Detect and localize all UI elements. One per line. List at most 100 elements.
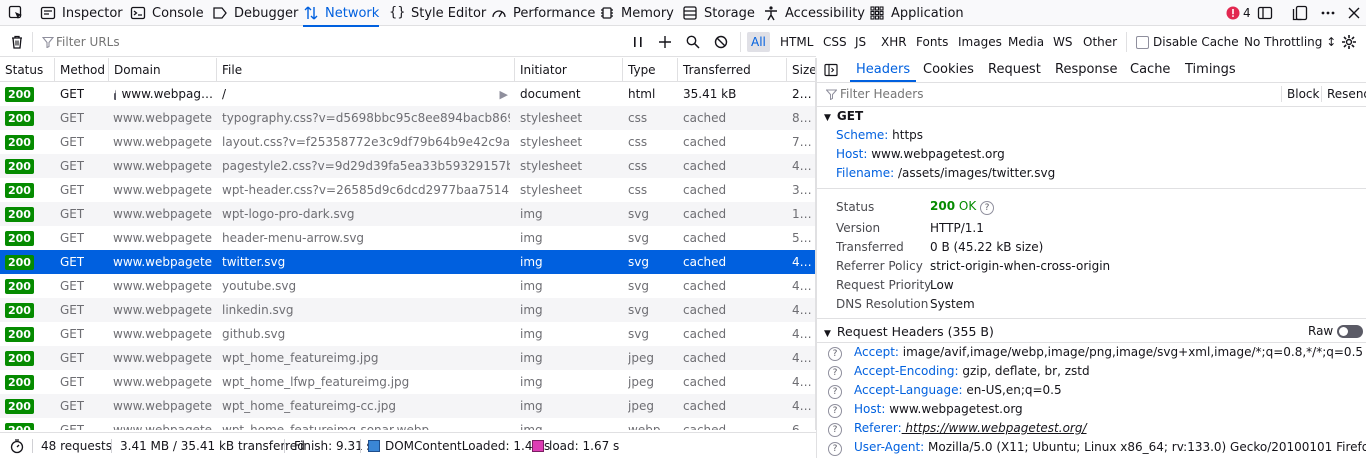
filter-type-media[interactable]: Media <box>1008 27 1044 57</box>
table-row[interactable]: 200 GET www.webpagete… pagestyle2.css?v=9d2… <box>0 154 815 178</box>
block-url-icon[interactable] <box>714 35 728 49</box>
resend-button[interactable]: Resend <box>1327 87 1366 101</box>
tab-cookies[interactable]: Cookies <box>923 58 974 80</box>
help-icon[interactable]: ? <box>828 385 842 399</box>
lock-icon <box>114 89 117 100</box>
filter-type-ws[interactable]: WS <box>1053 27 1072 57</box>
tab-performance[interactable]: Performance <box>491 0 595 26</box>
filter-headers-input[interactable] <box>840 86 1240 102</box>
help-icon[interactable]: ? <box>828 404 842 418</box>
table-row[interactable]: 200 GET www.webpagete… typography.css?v=d56… <box>0 106 815 130</box>
host-value: www.webpagetest.org <box>871 147 1005 161</box>
column-header-file[interactable]: File <box>216 58 514 82</box>
table-row[interactable]: 200 GET www.webpagete… wpt-logo-pro-dark.sv… <box>0 202 815 226</box>
help-icon[interactable]: ? <box>828 442 842 456</box>
cell-size: 4… <box>792 351 812 365</box>
toggle-sidebar-icon[interactable] <box>824 63 838 77</box>
filter-type-other[interactable]: Other <box>1083 27 1117 57</box>
filter-type-all[interactable]: All <box>747 32 770 52</box>
add-request-icon[interactable] <box>658 35 672 49</box>
cell-size: 4… <box>792 327 812 341</box>
tab-request[interactable]: Request <box>988 58 1041 80</box>
filter-type-fonts[interactable]: Fonts <box>916 27 948 57</box>
close-icon[interactable] <box>1346 5 1362 21</box>
settings-gear-icon[interactable] <box>1341 34 1357 50</box>
divider <box>1321 86 1322 102</box>
tab-timings[interactable]: Timings <box>1185 58 1236 80</box>
help-icon[interactable]: ? <box>828 347 842 361</box>
cell-domain: www.webpagete… <box>113 327 213 341</box>
request-header-row: ? Referer: https://www.webpagetest.org/ <box>828 421 1087 437</box>
tab-storage[interactable]: Storage <box>682 0 755 26</box>
table-row[interactable]: 200 GET www.webpagete… wpt_home_lfwp_featur… <box>0 370 815 394</box>
request-headers-toggle[interactable]: ▼ Request Headers (355 B) <box>824 324 994 339</box>
header-value[interactable]: https://www.webpagetest.org/ <box>902 421 1086 435</box>
summary-key: Version <box>836 221 881 235</box>
divider <box>32 439 33 453</box>
tab-console[interactable]: Console <box>130 0 204 26</box>
filter-urls-input[interactable] <box>56 33 616 51</box>
block-button[interactable]: Block <box>1287 87 1319 101</box>
dock-side-icon[interactable] <box>1292 5 1308 21</box>
column-header-method[interactable]: Method <box>54 58 108 82</box>
trash-icon[interactable] <box>9 34 25 50</box>
tab-debugger[interactable]: Debugger <box>212 0 298 26</box>
element-picker-button[interactable] <box>8 0 24 26</box>
table-row[interactable]: 200 GET www.webpagete… twitter.svg img svg cac… <box>0 250 815 274</box>
column-header-size[interactable]: Size <box>786 58 815 82</box>
filter-type-html[interactable]: HTML <box>780 27 813 57</box>
column-header-status[interactable]: Status <box>0 58 54 82</box>
table-row[interactable]: 200 GET www.webpagete… youtube.svg img svg cac… <box>0 274 815 298</box>
performance-analysis-icon[interactable] <box>9 438 25 454</box>
tab-memory[interactable]: Memory <box>599 0 674 26</box>
table-row[interactable]: 200 GET www.webpagete… wpt_home_featureimg-… <box>0 418 815 430</box>
column-header-initiator[interactable]: Initiator <box>514 58 622 82</box>
throttling-select[interactable]: No Throttling ↕ <box>1244 27 1336 57</box>
disable-cache-checkbox[interactable]: Disable Cache <box>1136 27 1239 57</box>
inspector-icon <box>40 6 56 20</box>
tab-cache[interactable]: Cache <box>1130 58 1170 80</box>
column-header-type[interactable]: Type <box>622 58 677 82</box>
tab-network[interactable]: Network <box>303 0 380 27</box>
error-count: 4 <box>1243 6 1251 20</box>
help-icon[interactable]: ? <box>980 201 995 215</box>
cell-transferred: cached <box>683 183 727 197</box>
method-section-toggle[interactable]: ▼ GET <box>824 109 863 123</box>
more-options-icon[interactable] <box>1320 5 1336 21</box>
tab-accessibility[interactable]: Accessibility <box>763 0 865 26</box>
filter-type-js[interactable]: JS <box>855 27 866 57</box>
pause-button[interactable] <box>632 27 644 57</box>
filter-type-css[interactable]: CSS <box>823 27 847 57</box>
tab-headers[interactable]: Headers <box>849 58 917 82</box>
scheme-row: Scheme: https <box>836 128 923 142</box>
filter-type-xhr[interactable]: XHR <box>881 27 907 57</box>
help-icon[interactable]: ? <box>828 423 842 437</box>
column-header-domain[interactable]: Domain <box>108 58 216 82</box>
table-row[interactable]: 200 GET www.webpagete… wpt_home_featureimg.… <box>0 346 815 370</box>
table-row[interactable]: 200 GET www.webpagete… layout.css?v=f253587… <box>0 130 815 154</box>
filter-type-images[interactable]: Images <box>958 27 1002 57</box>
tab-style-editor[interactable]: {} Style Editor <box>389 0 486 26</box>
table-row[interactable]: 200 GET www.webpagete… wpt-header.css?v=265… <box>0 178 815 202</box>
cell-size: 4… <box>792 375 812 389</box>
table-row[interactable]: 200 GET www.webpagete… header-menu-arrow.sv… <box>0 226 815 250</box>
search-icon[interactable] <box>686 35 700 49</box>
help-icon[interactable]: ? <box>828 366 842 380</box>
table-row[interactable]: 200 GET www.webpagete… wpt_home_featureimg-… <box>0 394 815 418</box>
cell-status: 200 <box>5 346 34 370</box>
table-row[interactable]: 200 GET www.webpagete… github.svg img svg cach… <box>0 322 815 346</box>
error-count-button[interactable]: 4 <box>1226 0 1251 26</box>
table-row[interactable]: 200 GET www.webpag… / ▶ document html 35.41 kB 2… <box>0 82 815 106</box>
cell-domain: www.webpagete… <box>113 207 213 221</box>
cell-type: css <box>628 111 648 125</box>
tab-inspector[interactable]: Inspector <box>40 0 123 26</box>
tab-application[interactable]: Application <box>869 0 964 26</box>
responsive-design-icon[interactable] <box>1257 5 1273 21</box>
tab-response[interactable]: Response <box>1055 58 1117 80</box>
column-header-transferred[interactable]: Transferred <box>677 58 786 82</box>
cell-size: 6… <box>792 423 812 430</box>
cell-initiator: img <box>520 231 543 245</box>
cell-initiator: img <box>520 375 543 389</box>
table-row[interactable]: 200 GET www.webpagete… linkedin.svg img svg ca… <box>0 298 815 322</box>
raw-toggle[interactable]: Raw <box>1308 324 1364 338</box>
